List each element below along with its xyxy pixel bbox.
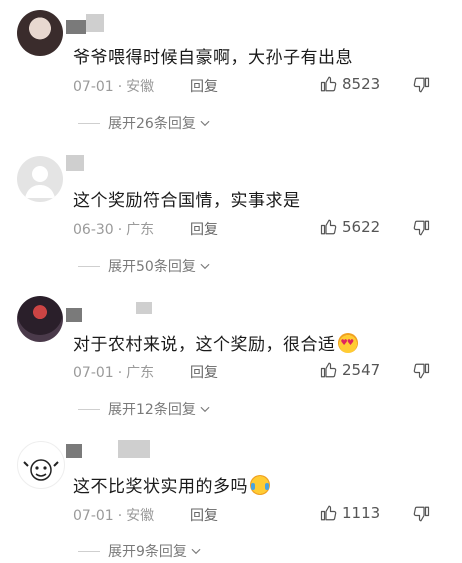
like-count: 1113: [342, 504, 381, 522]
comment-meta: 07-01 · 安徽: [73, 76, 154, 96]
avatar[interactable]: [17, 441, 65, 489]
thumbs-up-icon: [320, 76, 337, 92]
thumbs-down-icon: [413, 77, 430, 93]
comment-location: 广东: [126, 222, 155, 238]
comment-text-content: 对于农村来说，这个奖励，很合适: [73, 335, 336, 355]
divider-line: [78, 122, 100, 124]
comment-date: 07-01: [73, 365, 114, 381]
expand-replies[interactable]: 展开12条回复: [78, 399, 212, 419]
like-button[interactable]: 2547: [320, 361, 380, 379]
like-count: 2547: [342, 361, 381, 379]
heart-eyes-emoji-icon: ♥ ♥: [337, 333, 358, 353]
expand-label: 展开50条回复: [108, 259, 196, 275]
expand-replies[interactable]: 展开26条回复: [78, 113, 212, 133]
comment-location: 广东: [126, 365, 155, 381]
thumbs-up-icon: [320, 505, 337, 521]
reply-button[interactable]: 回复: [190, 76, 218, 96]
like-count: 8523: [342, 75, 381, 93]
avatar[interactable]: [17, 10, 63, 56]
comment-text: 这个奖励符合国情，实事求是: [73, 191, 301, 211]
like-count: 5622: [342, 218, 381, 236]
chevron-down-icon: [200, 263, 210, 270]
thumbs-down-icon: [413, 363, 430, 379]
thumbs-down-icon: [413, 220, 430, 236]
dislike-button[interactable]: [412, 219, 430, 241]
username-blur: [86, 14, 104, 32]
comment-date: 07-01: [73, 79, 114, 95]
thumbs-up-icon: [320, 362, 337, 378]
separator: ·: [117, 508, 123, 524]
comment-text-content: 这不比奖状实用的多吗: [73, 477, 248, 497]
like-button[interactable]: 8523: [320, 75, 380, 93]
username[interactable]: [66, 444, 82, 458]
expand-replies[interactable]: 展开9条回复: [78, 541, 203, 561]
avatar[interactable]: [17, 296, 63, 342]
separator: ·: [117, 222, 123, 238]
reply-button[interactable]: 回复: [190, 505, 218, 525]
comment-text: 对于农村来说，这个奖励，很合适 ♥ ♥: [73, 330, 358, 355]
reply-button[interactable]: 回复: [190, 362, 218, 382]
separator: ·: [117, 79, 123, 95]
username-blur: [118, 440, 150, 458]
expand-label: 展开12条回复: [108, 402, 196, 418]
expand-replies[interactable]: 展开50条回复: [78, 256, 212, 276]
like-button[interactable]: 1113: [320, 504, 380, 522]
username[interactable]: [66, 308, 82, 322]
reply-button[interactable]: 回复: [190, 219, 218, 239]
comment-date: 06-30: [73, 222, 114, 238]
comment-location: 安徽: [126, 79, 155, 95]
comment-location: 安徽: [126, 508, 155, 524]
thumbs-down-icon: [413, 506, 430, 522]
meme-face-avatar-icon: [23, 459, 59, 481]
chevron-down-icon: [200, 120, 210, 127]
dislike-button[interactable]: [412, 362, 430, 384]
comment-date: 07-01: [73, 508, 114, 524]
comment-meta: 07-01 · 广东: [73, 362, 154, 382]
comment-meta: 06-30 · 广东: [73, 219, 154, 239]
default-avatar-icon: [25, 166, 55, 198]
avatar[interactable]: [17, 156, 63, 202]
separator: ·: [117, 365, 123, 381]
divider-line: [78, 265, 100, 267]
divider-line: [78, 408, 100, 410]
dislike-button[interactable]: [412, 76, 430, 98]
chevron-down-icon: [191, 548, 201, 555]
thumbs-up-icon: [320, 219, 337, 235]
comment-meta: 07-01 · 安徽: [73, 505, 154, 525]
username-blur: [66, 155, 84, 171]
dislike-button[interactable]: [412, 505, 430, 527]
expand-label: 展开9条回复: [108, 544, 187, 560]
username[interactable]: [66, 20, 86, 34]
comment-text: 这不比奖状实用的多吗: [73, 472, 270, 497]
comment-text: 爷爷喂得时候自豪啊，大孙子有出息: [73, 48, 353, 68]
expand-label: 展开26条回复: [108, 116, 196, 132]
like-button[interactable]: 5622: [320, 218, 380, 236]
divider-line: [78, 550, 100, 552]
tears-of-joy-emoji-icon: [250, 475, 270, 495]
username-blur: [136, 302, 152, 314]
chevron-down-icon: [200, 406, 210, 413]
